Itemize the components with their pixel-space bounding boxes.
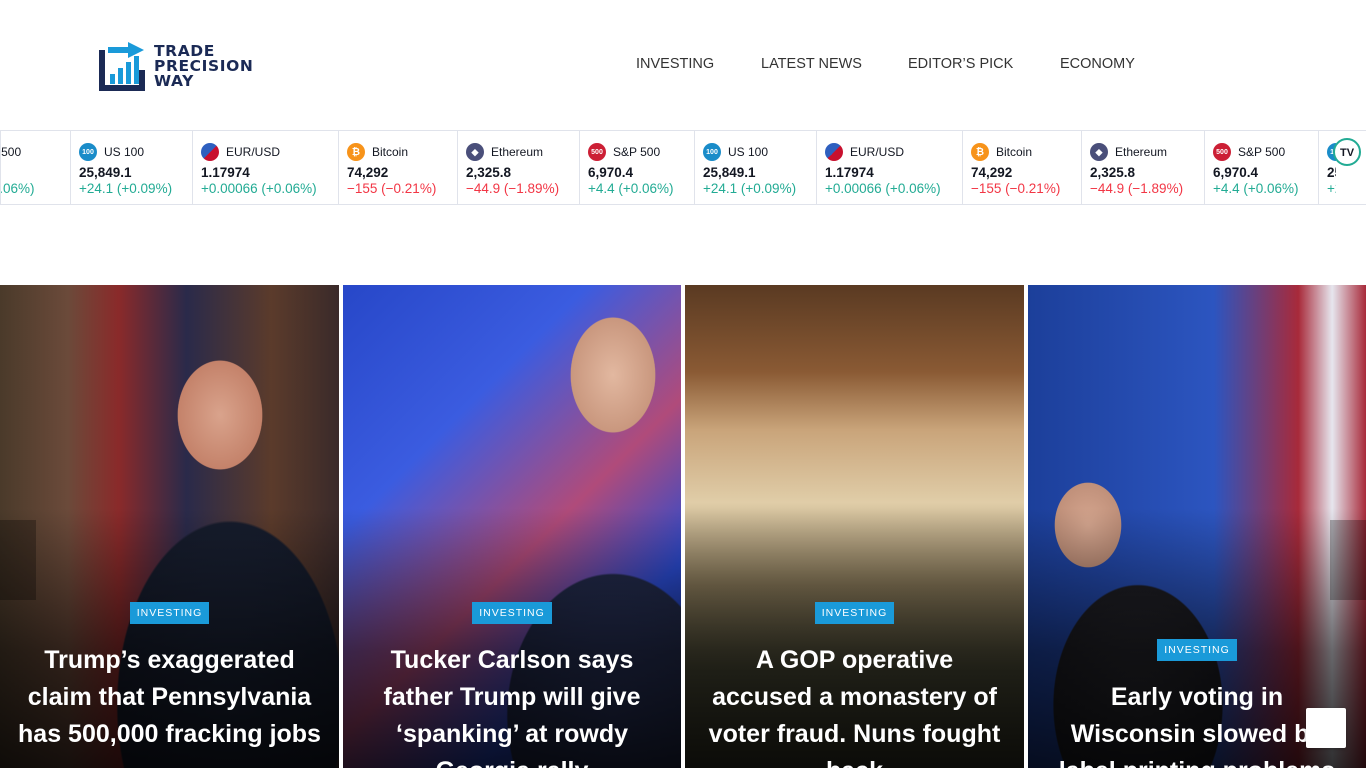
ticker-change: −44.9 (−1.89%) bbox=[466, 181, 560, 196]
ticker-change: +4.4 (+0.06%) bbox=[588, 181, 674, 196]
ticker-item[interactable]: EUR/USD 1.17974 +0.00066 (+0.06%) bbox=[817, 131, 963, 204]
ticker-change: +24.1 (+0.09%) bbox=[703, 181, 797, 196]
ticker-symbol: S&P 500 bbox=[613, 145, 661, 159]
ticker-price: 2,325.8 bbox=[466, 165, 512, 180]
ticker-item-header: ₿ Bitcoin bbox=[971, 143, 1032, 161]
article-card[interactable]: INVESTING Early voting in Wisconsin slow… bbox=[1028, 285, 1366, 768]
article-card[interactable]: INVESTING A GOP operative accused a mona… bbox=[685, 285, 1024, 768]
ticker-item-header: 100 US 100 bbox=[79, 143, 144, 161]
site-header: TRADE PRECISION WAY INVESTING LATEST NEW… bbox=[0, 0, 1366, 130]
ticker-item-header: EUR/USD bbox=[825, 143, 904, 161]
article-title[interactable]: Early voting in Wisconsin slowed by labe… bbox=[1046, 679, 1348, 768]
index-500-icon: 500 bbox=[588, 143, 606, 161]
ticker-change: +4.4 (+0.06%) bbox=[1213, 181, 1299, 196]
featured-articles: INVESTING Trump’s exaggerated claim that… bbox=[0, 285, 1366, 768]
nav-item-economy[interactable]: ECONOMY bbox=[1060, 56, 1135, 72]
ticker-item[interactable]: ◆ Ethereum 2,325.8 −44.9 (−1.89%) bbox=[458, 131, 580, 204]
ticker-symbol: US 100 bbox=[104, 145, 145, 159]
ticker-price: 1.17974 bbox=[825, 165, 874, 180]
ticker-item[interactable]: ₿ Bitcoin 74,292 −155 (−0.21%) bbox=[963, 131, 1082, 204]
ticker-item[interactable]: 500 S&P 500 6,970.4+4.4 (+0.06%) bbox=[580, 131, 695, 204]
ticker-item[interactable]: 500 S&P 500 6,970.4+4.4 (+0.06%) bbox=[1205, 131, 1319, 204]
ticker-item-header: 500 S&P 500 bbox=[1213, 143, 1285, 161]
ticker-symbol: S&P 500 bbox=[1, 145, 22, 159]
ticker-tape: 500S&P 5006,970.4+4.4 (+0.06%)100US 1002… bbox=[0, 130, 1366, 205]
ticker-price: 6,970.4 bbox=[588, 165, 634, 180]
ticker-price: 6,970.4 bbox=[1213, 165, 1259, 180]
ticker-item[interactable]: ₿ Bitcoin 74,292 −155 (−0.21%) bbox=[339, 131, 458, 204]
ticker-price: 2,325.8 bbox=[1090, 165, 1136, 180]
ethereum-icon: ◆ bbox=[466, 143, 484, 161]
category-badge[interactable]: INVESTING bbox=[814, 602, 895, 624]
ticker-symbol: Ethereum bbox=[1115, 145, 1168, 159]
back-to-top-button[interactable] bbox=[1306, 708, 1346, 748]
category-badge[interactable]: INVESTING bbox=[129, 602, 210, 624]
ticker-item-header: EUR/USD bbox=[201, 143, 280, 161]
index-100-icon: 100 bbox=[703, 143, 721, 161]
article-content: INVESTING Early voting in Wisconsin slow… bbox=[1028, 639, 1366, 768]
ticker-symbol: EUR/USD bbox=[850, 145, 905, 159]
eu-us-flag-icon bbox=[201, 143, 219, 161]
ticker-item[interactable]: 100 US 100 25,849.1+24.1 (+0.09%) bbox=[71, 131, 193, 204]
ticker-item-header: ₿ Bitcoin bbox=[347, 143, 408, 161]
carousel-prev-button[interactable] bbox=[0, 520, 36, 600]
index-100-icon: 100 bbox=[79, 143, 97, 161]
ticker-price: 25,849.1 bbox=[79, 165, 132, 180]
bitcoin-icon: ₿ bbox=[971, 143, 989, 161]
tradingview-logo-icon[interactable]: TV bbox=[1333, 131, 1366, 204]
article-title[interactable]: Tucker Carlson says father Trump will gi… bbox=[361, 642, 663, 768]
ethereum-icon: ◆ bbox=[1090, 143, 1108, 161]
ticker-item-header: ◆ Ethereum bbox=[1090, 143, 1167, 161]
ticker-change: +24.1 (+0.09%) bbox=[79, 181, 173, 196]
ticker-price: 74,292 bbox=[971, 165, 1013, 180]
index-500-icon: 500 bbox=[1213, 143, 1231, 161]
ticker-item[interactable]: EUR/USD 1.17974 +0.00066 (+0.06%) bbox=[193, 131, 339, 204]
ticker-symbol: Ethereum bbox=[491, 145, 544, 159]
ticker-change: −44.9 (−1.89%) bbox=[1090, 181, 1184, 196]
nav-item-latest-news[interactable]: LATEST NEWS bbox=[761, 56, 862, 72]
ticker-change: −155 (−0.21%) bbox=[347, 181, 437, 196]
ticker-item-header: 500 S&P 500 bbox=[588, 143, 660, 161]
bitcoin-icon: ₿ bbox=[347, 143, 365, 161]
article-title[interactable]: A GOP operative accused a monastery of v… bbox=[703, 642, 1006, 768]
article-card[interactable]: INVESTING Trump’s exaggerated claim that… bbox=[0, 285, 339, 768]
ticker-symbol: Bitcoin bbox=[372, 145, 409, 159]
main-nav: INVESTING LATEST NEWS EDITOR’S PICK ECON… bbox=[0, 56, 1366, 76]
article-title[interactable]: Trump’s exaggerated claim that Pennsylva… bbox=[18, 642, 321, 753]
carousel-next-button[interactable] bbox=[1330, 520, 1366, 600]
ticker-item-header: ◆ Ethereum bbox=[466, 143, 543, 161]
ticker-symbol: Bitcoin bbox=[996, 145, 1033, 159]
article-card[interactable]: INVESTING Tucker Carlson says father Tru… bbox=[343, 285, 681, 768]
article-content: INVESTING Trump’s exaggerated claim that… bbox=[0, 602, 339, 753]
ticker-item[interactable]: 500S&P 5006,970.4+4.4 (+0.06%) bbox=[1, 131, 71, 204]
ticker-change: −155 (−0.21%) bbox=[971, 181, 1061, 196]
category-badge[interactable]: INVESTING bbox=[472, 602, 552, 624]
eu-us-flag-icon bbox=[825, 143, 843, 161]
category-badge[interactable]: INVESTING bbox=[1157, 639, 1237, 661]
nav-item-investing[interactable]: INVESTING bbox=[636, 56, 714, 72]
ticker-price: 25,849.1 bbox=[703, 165, 756, 180]
ticker-item-header: 100 US 100 bbox=[703, 143, 768, 161]
ticker-symbol: EUR/USD bbox=[226, 145, 281, 159]
nav-item-editors-pick[interactable]: EDITOR’S PICK bbox=[908, 56, 1013, 72]
ticker-change: +0.00066 (+0.06%) bbox=[825, 181, 941, 196]
ticker-symbol: S&P 500 bbox=[1238, 145, 1286, 159]
ticker-change: +0.00066 (+0.06%) bbox=[201, 181, 317, 196]
article-content: INVESTING Tucker Carlson says father Tru… bbox=[343, 602, 681, 768]
article-content: INVESTING A GOP operative accused a mona… bbox=[685, 602, 1024, 768]
ticker-item[interactable]: 100 US 100 25,849.1+24.1 (+0.09%) bbox=[695, 131, 817, 204]
ticker-change: +4.4 (+0.06%) bbox=[1, 181, 35, 196]
ticker-symbol: US 100 bbox=[728, 145, 769, 159]
ticker-item[interactable]: ◆ Ethereum 2,325.8 −44.9 (−1.89%) bbox=[1082, 131, 1205, 204]
svg-text:TV: TV bbox=[1340, 147, 1355, 159]
ticker-item-header: 500S&P 500 bbox=[1, 143, 22, 161]
ticker-price: 74,292 bbox=[347, 165, 389, 180]
ticker-price: 1.17974 bbox=[201, 165, 250, 180]
